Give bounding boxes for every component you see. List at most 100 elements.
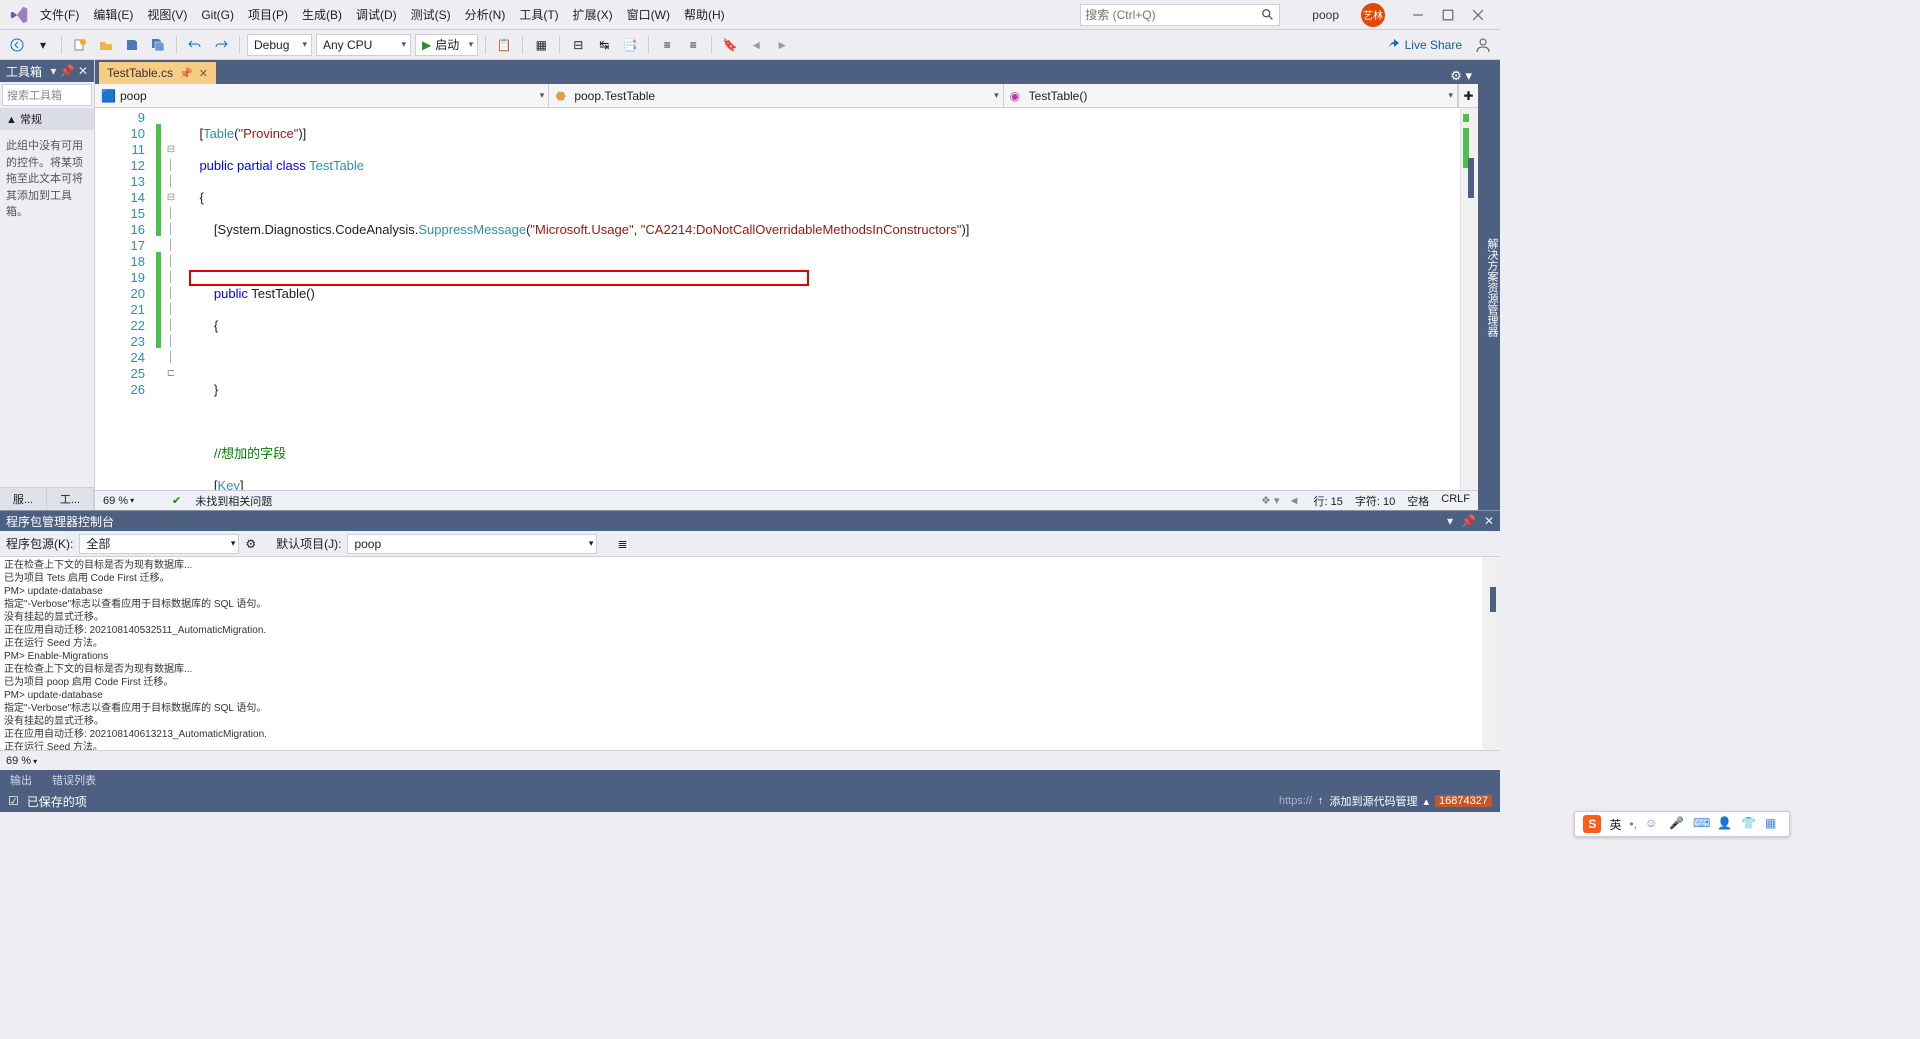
new-item-icon[interactable] xyxy=(69,34,91,56)
nav-member[interactable]: ◉TestTable() xyxy=(1004,84,1458,107)
toolbox-search[interactable]: 搜索工具箱 xyxy=(2,84,92,106)
toolbox-tab-toolbox[interactable]: 工... xyxy=(47,488,94,510)
save-all-icon[interactable] xyxy=(147,34,169,56)
menu-debug[interactable]: 调试(D) xyxy=(350,3,403,26)
console-zoom[interactable]: 69 % xyxy=(6,755,37,767)
nav-class[interactable]: ⬣poop.TestTable xyxy=(549,84,1003,107)
platform-dropdown[interactable]: Any CPU xyxy=(316,34,411,56)
minimize-icon[interactable] xyxy=(1412,9,1424,21)
open-icon[interactable] xyxy=(95,34,117,56)
menu-help[interactable]: 帮助(H) xyxy=(678,3,731,26)
editor-statusbar: 69 % ✔ 未找到相关问题 ❖ ▾ ◄ 行: 15 字符: 10 空格 CRL… xyxy=(95,490,1478,510)
col-indicator[interactable]: 字符: 10 xyxy=(1355,493,1395,509)
liveshare-button[interactable]: Live Share xyxy=(1381,38,1468,52)
emoji-icon[interactable]: ☺ xyxy=(1645,816,1661,832)
nav-icon[interactable]: ❖ ▾ ◄ xyxy=(1249,494,1300,507)
tb-icon-2[interactable]: ▦ xyxy=(530,34,552,56)
console-close-icon[interactable]: ✕ xyxy=(1484,514,1494,528)
close-icon[interactable] xyxy=(1472,9,1484,21)
tab-output[interactable]: 输出 xyxy=(0,772,42,788)
menu-project[interactable]: 项目(P) xyxy=(242,3,294,26)
gear-icon[interactable]: ⚙ xyxy=(245,537,256,551)
eol-indicator[interactable]: CRLF xyxy=(1441,493,1470,509)
menu-build[interactable]: 生成(B) xyxy=(296,3,348,26)
code-content[interactable]: [Table("Province")] public partial class… xyxy=(179,108,1460,490)
tab-errorlist[interactable]: 错误列表 xyxy=(42,772,106,788)
ime-toolbar[interactable]: S 英 •, ☺ 🎤 ⌨ 👤 👕 ▦ xyxy=(1574,811,1790,837)
solution-name: poop xyxy=(1312,8,1339,22)
toolbox-header: 工具箱 ▾ 📌 ✕ xyxy=(0,60,94,82)
tb-icon-5[interactable]: 📑 xyxy=(619,34,641,56)
console-proj-label: 默认项目(J): xyxy=(276,535,341,552)
sogou-logo-icon: S xyxy=(1583,815,1601,833)
vs-logo-icon xyxy=(6,2,32,28)
indent-indicator[interactable]: 空格 xyxy=(1407,493,1429,509)
scrollbar-thumb[interactable] xyxy=(1468,158,1474,198)
console-src-dropdown[interactable]: 全部 xyxy=(79,534,239,554)
tb-icon-9: ◄ xyxy=(745,34,767,56)
console-proj-dropdown[interactable]: poop xyxy=(347,534,597,554)
tb-icon-4[interactable]: ↹ xyxy=(593,34,615,56)
console-scrollbar[interactable] xyxy=(1482,557,1500,750)
tb-icon-3[interactable]: ⊟ xyxy=(567,34,589,56)
tab-close-icon[interactable]: ✕ xyxy=(199,67,208,80)
console-clear-icon[interactable]: ≣ xyxy=(617,537,627,551)
person-icon[interactable]: 👤 xyxy=(1717,816,1733,832)
console-output[interactable]: 正在检查上下文的目标是否为现有数据库... 已为项目 Tets 启用 Code … xyxy=(0,557,1500,750)
nav-fwd-icon[interactable]: ▾ xyxy=(32,34,54,56)
fold-gutter[interactable]: ⊟││⊟││││││││││⊏ xyxy=(163,108,179,490)
mic-icon[interactable]: 🎤 xyxy=(1669,816,1685,832)
nav-project[interactable]: 🟦poop xyxy=(95,84,549,107)
skin-icon[interactable]: 👕 xyxy=(1741,816,1757,832)
account-icon[interactable] xyxy=(1472,34,1494,56)
menu-file[interactable]: 文件(F) xyxy=(34,3,85,26)
toolbox-tab-server[interactable]: 服... xyxy=(0,488,47,510)
avatar[interactable]: 艺林 xyxy=(1361,3,1385,27)
maximize-icon[interactable] xyxy=(1442,9,1454,21)
menu-test[interactable]: 测试(S) xyxy=(405,3,457,26)
toolbox-category[interactable]: ▲ 常规 xyxy=(0,108,94,130)
menu-analyze[interactable]: 分析(N) xyxy=(459,3,512,26)
tb-icon-7[interactable]: ≡ xyxy=(682,34,704,56)
up-icon[interactable]: ↑ xyxy=(1318,795,1324,807)
menu-view[interactable]: 视图(V) xyxy=(141,3,193,26)
tb-icon-6[interactable]: ≡ xyxy=(656,34,678,56)
issues-text: 未找到相关问题 xyxy=(195,493,1235,509)
code-editor[interactable]: 91011121314151617181920212223242526 ⊟││⊟… xyxy=(95,108,1478,490)
menu-tools[interactable]: 工具(T) xyxy=(513,3,564,26)
config-dropdown[interactable]: Debug xyxy=(247,34,312,56)
menu-git[interactable]: Git(G) xyxy=(195,5,240,25)
undo-icon[interactable] xyxy=(184,34,206,56)
liveshare-icon xyxy=(1387,38,1401,52)
menu-ext[interactable]: 扩展(X) xyxy=(567,3,619,26)
console-header: 程序包管理器控制台 ▾📌✕ xyxy=(0,511,1500,531)
keyboard-icon[interactable]: ⌨ xyxy=(1693,816,1709,832)
grid-icon[interactable]: ▦ xyxy=(1765,816,1781,832)
console-pin-icon[interactable]: 📌 xyxy=(1461,514,1476,528)
tab-testtable[interactable]: TestTable.cs 📌 ✕ xyxy=(99,62,216,84)
zoom-dropdown[interactable]: 69 % xyxy=(103,495,158,507)
line-indicator[interactable]: 行: 15 xyxy=(1314,493,1343,509)
global-search-input[interactable] xyxy=(1085,8,1261,22)
source-control-button[interactable]: 添加到源代码管理 xyxy=(1330,793,1418,809)
redo-icon[interactable] xyxy=(210,34,232,56)
nav-back-icon[interactable] xyxy=(6,34,28,56)
console-menu-icon[interactable]: ▾ xyxy=(1447,514,1453,528)
global-search[interactable] xyxy=(1080,4,1280,26)
tb-icon-8[interactable]: 🔖 xyxy=(719,34,741,56)
toolbox-empty-text: 此组中没有可用的控件。将某项拖至此文本可将其添加到工具箱。 xyxy=(0,130,94,229)
tab-pin-icon[interactable]: 📌 xyxy=(179,67,193,80)
ime-lang[interactable]: 英 xyxy=(1609,816,1621,833)
pin-icon[interactable]: ▾ 📌 ✕ xyxy=(50,64,88,78)
start-button[interactable]: ▶启动 xyxy=(415,34,478,56)
editor-scrollbar[interactable] xyxy=(1460,108,1478,490)
save-icon[interactable] xyxy=(121,34,143,56)
menu-window[interactable]: 窗口(W) xyxy=(621,3,676,26)
nav-split-icon[interactable]: ✚ xyxy=(1458,84,1478,107)
tabstrip-gear-icon[interactable]: ⚙ ▾ xyxy=(1444,68,1478,84)
document-tabstrip: TestTable.cs 📌 ✕ ⚙ ▾ xyxy=(95,60,1478,84)
solution-explorer-tab[interactable]: 解决方案资源管理器 xyxy=(1484,238,1500,337)
tb-icon-1[interactable]: 📋 xyxy=(493,34,515,56)
menu-edit[interactable]: 编辑(E) xyxy=(87,3,139,26)
change-markbar xyxy=(155,108,163,490)
